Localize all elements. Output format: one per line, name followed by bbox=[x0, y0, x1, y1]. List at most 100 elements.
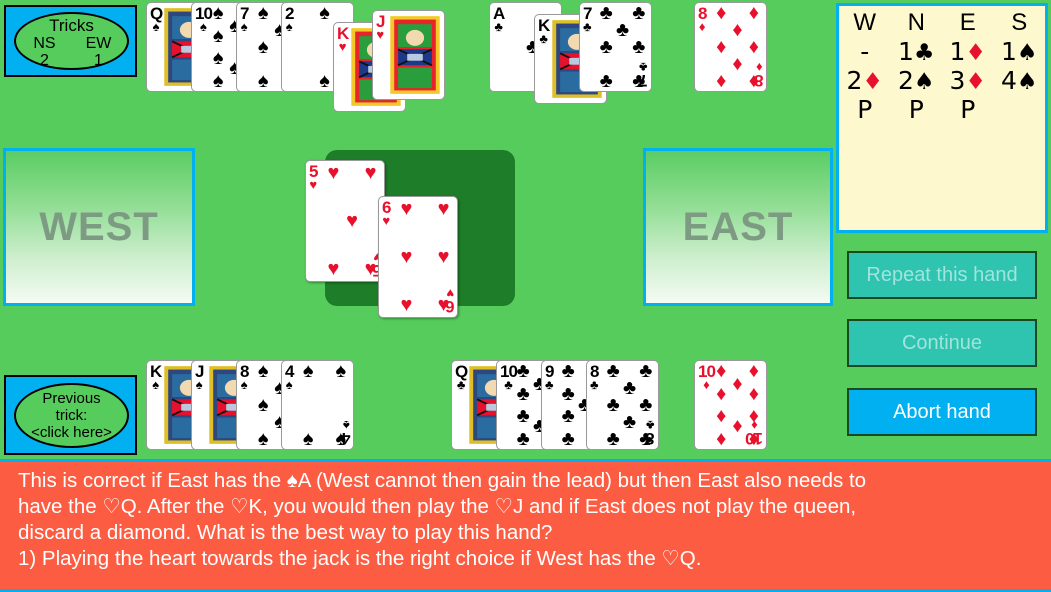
bid-cell: 3♦ bbox=[949, 66, 987, 95]
card-pip: ♦ bbox=[748, 383, 759, 406]
card-face-art bbox=[389, 15, 441, 95]
card-pip: ♣ bbox=[639, 360, 653, 382]
bid-cell: - bbox=[860, 37, 870, 66]
card-pip: ♣ bbox=[606, 428, 620, 450]
card-pip: ♣ bbox=[606, 360, 620, 382]
bidding-row: -1♣ 1♦ 1♠ bbox=[839, 37, 1045, 66]
card-pip: ♣ bbox=[516, 404, 530, 427]
continue-button[interactable]: Continue bbox=[847, 319, 1037, 367]
bid-cell: 2♦ bbox=[846, 66, 884, 95]
abort-hand-button[interactable]: Abort hand bbox=[847, 388, 1037, 436]
card-north-7-b[interactable]: 7 ♣ 7 ♣ ♣ ♣ ♣ ♣ ♣ ♣ ♣ bbox=[579, 2, 652, 92]
card-pip: ♣ bbox=[622, 411, 637, 434]
card-pip: ♣ bbox=[599, 2, 613, 24]
card-corner-top: A ♣ bbox=[493, 4, 505, 34]
card-corner-top: 8 ♣ bbox=[590, 362, 599, 392]
card-north-J-r[interactable]: J♥J♥ bbox=[372, 10, 445, 100]
card-corner-top: K ♠ bbox=[150, 362, 162, 392]
east-label: EAST bbox=[682, 204, 794, 249]
bid-cell: 1♦ bbox=[949, 37, 987, 66]
card-corner-top: J ♥ bbox=[376, 12, 386, 42]
card-corner-top: J ♠ bbox=[195, 362, 205, 392]
card-pip: ♣ bbox=[561, 383, 575, 406]
card-corner-top: Q ♣ bbox=[455, 362, 468, 392]
card-pip: ♦ bbox=[716, 36, 727, 58]
card-pip: ♦ bbox=[716, 428, 727, 450]
card-pip: ♦ bbox=[716, 404, 727, 427]
card-pip: ♠ bbox=[319, 2, 330, 24]
card-pip: ♣ bbox=[599, 70, 613, 92]
card-corner-top: 8 ♦ bbox=[698, 4, 708, 34]
card-corner-top: K ♥ bbox=[337, 24, 349, 54]
card-pip: ♠ bbox=[257, 394, 269, 416]
card-south-10-r[interactable]: 10 ♦ 10 ♦ ♦ ♦ ♦ ♦ ♦ ♦ ♦ ♦ ♦ ♦ bbox=[694, 360, 767, 450]
card-pip: ♠ bbox=[212, 2, 224, 24]
center-table-felt bbox=[325, 150, 515, 306]
west-seat-panel: WEST bbox=[3, 148, 195, 306]
card-pip: ♦ bbox=[748, 70, 759, 92]
card-corner-top: 8 ♠ bbox=[240, 362, 250, 392]
message-line-3: discard a diamond. What is the best way … bbox=[18, 521, 553, 544]
card-pip: ♦ bbox=[748, 428, 759, 450]
repeat-this-hand-button[interactable]: Repeat this hand bbox=[847, 251, 1037, 299]
bid-cell: P bbox=[908, 95, 924, 124]
bid-suit-icon: ♠ bbox=[913, 69, 935, 95]
card-south-8-b[interactable]: 8 ♣ 8 ♣ ♣ ♣ ♣ ♣ ♣ ♣ ♣ ♣ bbox=[586, 360, 659, 450]
card-pip: ♠ bbox=[257, 70, 269, 92]
card-corner-top: Q ♠ bbox=[150, 4, 163, 34]
card-pip: ♠ bbox=[257, 36, 269, 58]
card-pips: ♠ ♠ ♠ ♠ bbox=[299, 360, 350, 450]
card-pip: ♦ bbox=[732, 372, 743, 395]
card-pip: ♠ bbox=[302, 428, 314, 450]
card-corner-top: 4 ♠ bbox=[285, 362, 295, 392]
card-north-8-r[interactable]: 8 ♦ 8 ♦ ♦ ♦ ♦ ♦ ♦ ♦ ♦ ♦ bbox=[694, 2, 767, 92]
bidding-box: W N E S -1♣ 1♦ 1♠ 2♦ 2♠ 3♦ 4♠ P P P bbox=[836, 3, 1048, 233]
bid-suit-icon: ♠ bbox=[1016, 69, 1038, 95]
card-pip: ♦ bbox=[716, 70, 727, 92]
card-pip: ♦ bbox=[732, 53, 743, 76]
message-line-2: have the ♡Q. After the ♡K, you would the… bbox=[18, 495, 857, 518]
repeat-this-hand-label: Repeat this hand bbox=[866, 263, 1018, 286]
card-pip: ♠ bbox=[302, 360, 314, 382]
card-pip: ♠ bbox=[257, 428, 269, 450]
card-pip: ♣ bbox=[639, 428, 653, 450]
card-pip: ♣ bbox=[632, 70, 646, 92]
bid-cell: P bbox=[857, 95, 873, 124]
bid-suit-icon: ♦ bbox=[862, 69, 884, 95]
card-pip: ♣ bbox=[516, 360, 530, 382]
card-pips: ♣ ♣ ♣ ♣ ♣ ♣ ♣ ♣ bbox=[604, 360, 655, 450]
card-pip: ♦ bbox=[748, 36, 759, 58]
bid-header-e: E bbox=[959, 8, 976, 36]
card-pip: ♣ bbox=[561, 360, 575, 382]
message-line-1: This is correct if East has the ♠A (West… bbox=[18, 469, 867, 492]
card-pip: ♣ bbox=[632, 2, 646, 24]
card-corner-top: 7 ♣ bbox=[583, 4, 592, 34]
card-corner-top: 9 ♣ bbox=[545, 362, 554, 392]
card-pips: ♦ ♦ ♦ ♦ ♦ ♦ ♦ ♦ bbox=[712, 3, 763, 92]
bid-cell: 1♣ bbox=[897, 37, 935, 66]
card-pips: ♣ ♣ ♣ ♣ ♣ ♣ ♣ bbox=[597, 2, 648, 92]
card-corner-top: K ♣ bbox=[538, 16, 550, 46]
card-pip: ♦ bbox=[732, 415, 743, 438]
bid-suit-icon: ♠ bbox=[1016, 40, 1038, 66]
bid-header-n: N bbox=[907, 8, 925, 36]
card-pip: ♠ bbox=[212, 25, 224, 48]
bid-cell: 4♠ bbox=[1000, 66, 1038, 95]
bidding-row: 2♦ 2♠ 3♦ 4♠ bbox=[839, 66, 1045, 95]
card-pip: ♦ bbox=[748, 360, 759, 382]
card-pip: ♣ bbox=[561, 428, 575, 450]
card-corner-top: 7 ♠ bbox=[240, 4, 250, 34]
abort-hand-label: Abort hand bbox=[893, 400, 991, 423]
card-pip: ♠ bbox=[335, 428, 347, 450]
card-pip: ♣ bbox=[561, 404, 575, 427]
card-pip: ♣ bbox=[599, 36, 613, 58]
card-south-4-b[interactable]: 4 ♠ 4 ♠ ♠ ♠ ♠ ♠ bbox=[281, 360, 354, 450]
card-pip: ♣ bbox=[606, 394, 620, 416]
card-pip: ♦ bbox=[748, 404, 759, 427]
card-pip: ♣ bbox=[615, 18, 630, 41]
west-label: WEST bbox=[39, 204, 159, 249]
card-pip: ♠ bbox=[257, 2, 269, 24]
card-pip: ♦ bbox=[716, 360, 727, 382]
bid-header-w: W bbox=[853, 8, 877, 36]
card-pip: ♣ bbox=[516, 428, 530, 450]
